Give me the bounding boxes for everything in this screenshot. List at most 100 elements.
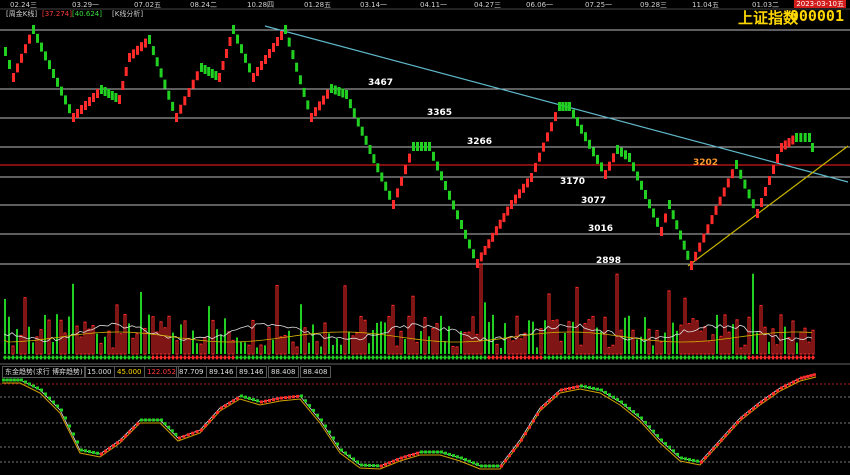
header-tab[interactable]: [周金K线] — [6, 9, 37, 20]
volume-bar — [716, 314, 718, 354]
volume-bar — [544, 320, 546, 354]
oscillator-dot — [680, 456, 683, 460]
price-brick — [225, 49, 228, 58]
price-brick — [714, 205, 718, 215]
oscillator-dot — [144, 418, 147, 422]
signal-diamond — [787, 355, 791, 360]
volume-bar — [272, 339, 274, 354]
oscillator-dot — [436, 450, 439, 454]
oscillator-dot — [664, 442, 667, 446]
oscillator-dot — [148, 418, 151, 422]
oscillator-dot — [568, 386, 571, 390]
indicator-value[interactable]: 89.146 — [236, 366, 267, 378]
signal-diamond — [247, 355, 251, 360]
oscillator-dot — [136, 422, 139, 426]
volume-bar — [667, 290, 671, 355]
price-brick — [600, 162, 603, 172]
signal-diamond — [543, 355, 547, 360]
volume-bar — [211, 319, 215, 355]
indicator-value[interactable]: 88.408 — [300, 366, 331, 378]
oscillator-dot — [152, 418, 155, 422]
volume-bar — [288, 330, 290, 354]
indicator-value[interactable]: 45.000 — [114, 366, 145, 378]
oscillator-dot — [508, 454, 511, 458]
signal-diamond — [63, 355, 67, 360]
signal-diamond — [483, 355, 487, 360]
volume-bar — [727, 331, 731, 355]
signal-diamond — [683, 355, 687, 360]
oscillator-dot — [360, 463, 363, 467]
signal-diamond — [451, 355, 455, 360]
oscillator-dot — [195, 430, 199, 434]
volume-bar — [283, 334, 287, 355]
header-tab[interactable]: [37.274] — [42, 9, 72, 20]
volume-bar — [699, 330, 703, 355]
price-brick — [679, 230, 682, 240]
oscillator-dot — [392, 459, 395, 463]
oscillator-dot — [520, 438, 523, 442]
header-tab[interactable]: [K线分析] — [112, 9, 143, 20]
volume-bar — [315, 341, 319, 355]
signal-diamond — [723, 355, 727, 360]
price-brick — [534, 162, 537, 172]
signal-diamond — [747, 355, 751, 360]
indicator-value[interactable]: 15.000 — [84, 366, 115, 378]
indicator-name[interactable]: 东金趋势(求行 博弈趋势) — [2, 366, 86, 378]
volume-bar — [551, 320, 555, 355]
oscillator-dot — [260, 400, 263, 404]
oscillator-dot — [760, 400, 763, 404]
indicator-value[interactable]: 87.709 — [176, 366, 207, 378]
indicator-value[interactable]: 88.408 — [268, 366, 299, 378]
indicator-value[interactable]: 89.146 — [206, 366, 237, 378]
signal-diamond — [147, 355, 151, 360]
volume-bar — [691, 318, 695, 355]
signal-diamond — [615, 355, 619, 360]
level-label: 3266 — [467, 137, 493, 147]
volume-bar — [596, 327, 598, 354]
signal-diamond — [331, 355, 335, 360]
oscillator-dot — [178, 436, 181, 440]
oscillator-dot — [296, 394, 299, 398]
oscillator-dot — [244, 395, 247, 399]
volume-bar — [423, 317, 427, 355]
volume-bar — [96, 333, 98, 354]
oscillator-dot — [516, 443, 519, 447]
volume-bar — [428, 336, 430, 354]
volume-bar — [440, 315, 442, 354]
header-tab[interactable]: [40.624] — [72, 9, 102, 20]
signal-diamond — [143, 355, 147, 360]
signal-diamond — [35, 355, 39, 360]
price-brick — [803, 133, 807, 142]
volume-bar — [391, 304, 395, 355]
volume-bar — [655, 329, 659, 355]
signal-diamond — [771, 355, 775, 360]
signal-diamond — [695, 355, 699, 360]
indicator-value[interactable]: 122.052 — [144, 366, 179, 378]
oscillator-dot — [80, 448, 83, 452]
oscillator-dot — [344, 451, 347, 455]
signal-diamond — [139, 355, 143, 360]
volume-bar — [264, 345, 266, 354]
signal-diamond — [691, 355, 695, 360]
kline-chart[interactable] — [0, 0, 850, 475]
volume-bar — [395, 345, 399, 355]
price-brick — [8, 60, 11, 69]
oscillator-dot — [752, 406, 755, 410]
oscillator-dot — [328, 430, 331, 434]
volume-bar — [703, 325, 707, 355]
signal-diamond — [59, 355, 63, 360]
price-brick — [252, 73, 255, 82]
signal-diamond — [503, 355, 507, 360]
indicator-bar[interactable]: 东金趋势(求行 博弈趋势) 15.000 45.000 122.052 87.709 89… — [0, 366, 850, 378]
signal-diamond — [507, 355, 511, 360]
price-brick — [412, 142, 415, 151]
price-brick — [60, 86, 63, 96]
volume-bar — [359, 315, 363, 355]
oscillator-dot — [120, 438, 123, 442]
signal-diamond — [351, 355, 355, 360]
signal-diamond — [535, 355, 539, 360]
price-brick — [280, 31, 283, 40]
signal-diamond — [327, 355, 331, 360]
volume-bar — [368, 343, 370, 354]
volume-bar — [340, 344, 342, 354]
